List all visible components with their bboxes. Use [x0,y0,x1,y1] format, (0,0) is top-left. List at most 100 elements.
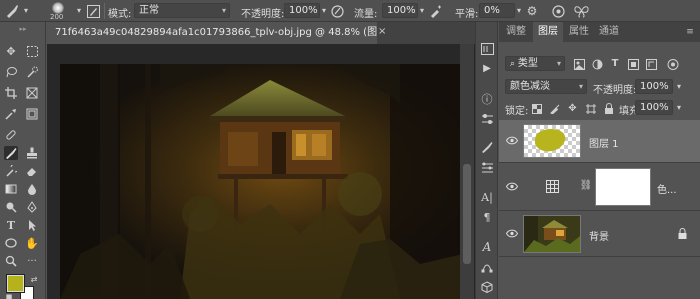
paths-panel-icon[interactable] [480,260,494,274]
lock-all-icon[interactable] [603,103,614,114]
filter-adjustment-icon[interactable] [591,58,603,70]
frame-tool-icon[interactable] [25,86,39,100]
layer-opacity-field[interactable]: 100% [635,79,673,94]
mode-label: 模式: [108,9,132,20]
blend-row: 颜色减淡 ▾ 不透明度: 100% ▾ [499,79,700,97]
layer-thumbnail [523,215,581,253]
document-canvas[interactable] [60,64,463,299]
adjustment-layer-icon [545,179,559,193]
default-colors-icon[interactable]: ■ [2,290,16,299]
blend-mode-select[interactable]: 颜色减淡 ▾ [505,79,587,94]
fill-field[interactable]: 100% [635,100,673,115]
filter-type-icon[interactable]: T [609,58,621,70]
marquee-tool-icon[interactable] [25,44,39,58]
layer-opacity-value: 100% [640,81,669,92]
tab-properties[interactable]: 属性 [565,22,593,42]
brush-tool-button[interactable] [4,146,18,160]
filter-pixel-icon[interactable] [573,58,585,70]
more-tools-icon[interactable]: ··· [25,254,39,268]
tab-adjustments[interactable]: 调整 [503,22,529,42]
hand-tool-icon[interactable]: ✋ [25,236,39,250]
layer-name[interactable]: 色... [657,181,677,196]
paragraph-panel-icon[interactable]: ¶ [480,210,494,224]
document-tab-bar: 71f6463a49c04829894afa1c01793866_tplv-ob… [47,22,475,44]
play-actions-icon[interactable]: ▶ [480,62,494,76]
options-bar: ▾ 200 ▾ 模式: 正常 ▾ 不透明度: 100% ▾ 流量: 100% ▾ [0,0,700,22]
blur-tool-icon[interactable] [25,182,39,196]
3d-panel-icon[interactable] [480,280,494,294]
history-brush-tool-icon[interactable] [4,164,18,178]
ellipse-tool-icon[interactable] [4,236,18,250]
tool-preset-dropdown-icon[interactable]: ▾ [22,6,30,16]
smoothing-label: 平滑: [455,9,479,20]
adjustments-icon[interactable] [480,112,494,126]
brush-settings-icon[interactable] [86,4,100,18]
path-selection-tool-icon[interactable] [25,218,39,232]
visibility-eye-icon[interactable] [505,228,519,241]
glyphs-panel-icon[interactable]: A [480,240,494,254]
dodge-tool-icon[interactable] [4,200,18,214]
pressure-size-icon[interactable] [551,4,565,18]
lasso-tool-icon[interactable] [4,65,18,79]
zoom-tool-icon[interactable] [4,254,18,268]
filter-shape-icon[interactable] [627,58,639,70]
flow-field[interactable]: 100% [382,3,418,18]
layer-row[interactable]: 图层 1 [499,120,700,163]
lock-pixels-icon[interactable] [549,103,560,114]
visibility-eye-icon[interactable] [505,135,519,148]
gear-icon[interactable]: ⚙ [525,4,539,18]
layer-name[interactable]: 图层 1 [589,135,619,150]
swap-colors-icon[interactable]: ⇄ [27,272,41,286]
document-tab[interactable]: 71f6463a49c04829894afa1c01793866_tplv-ob… [47,22,377,44]
eyedropper-tool-icon[interactable] [4,107,18,121]
symmetry-butterfly-icon[interactable] [573,4,589,18]
brush-preset-dropdown-icon[interactable]: ▾ [75,6,83,16]
smoothing-dropdown-icon[interactable]: ▾ [515,6,523,16]
brush-tool-icon[interactable] [4,4,20,18]
brush-preset-picker[interactable]: 200 [44,1,74,21]
layer-opacity-dropdown-icon[interactable]: ▾ [675,82,683,92]
character-panel-icon[interactable]: A| [480,190,494,204]
lock-artboard-icon[interactable] [585,103,596,114]
pressure-opacity-icon[interactable] [330,4,344,18]
stamp-tool-icon[interactable] [25,146,39,160]
filter-smart-object-icon[interactable] [645,58,657,70]
layer-mask-thumbnail[interactable] [595,168,651,206]
crop-tool-icon[interactable] [4,86,18,100]
layer-row[interactable]: 背景 [499,211,700,257]
layer-filter-select[interactable]: ⌕ 类型 ▾ [505,56,565,71]
brush-panel-icon[interactable] [480,140,494,154]
layer-name[interactable]: 背景 [589,228,609,243]
close-icon[interactable]: × [378,26,386,37]
link-chain-icon[interactable]: ⛓ [580,179,593,193]
layer-row[interactable]: ⛓ 色... [499,163,700,211]
tab-layers[interactable]: 图层 [533,22,563,42]
lock-position-icon[interactable]: ✥ [567,103,578,114]
panel-menu-icon[interactable]: ≡ [683,22,697,42]
info-icon[interactable]: ⓘ [480,92,494,106]
opacity-dropdown-icon[interactable]: ▾ [320,6,328,16]
type-tool-icon[interactable]: T [4,218,18,232]
fill-dropdown-icon[interactable]: ▾ [675,103,683,113]
flow-dropdown-icon[interactable]: ▾ [418,6,426,16]
pen-tool-icon[interactable] [25,200,39,214]
opacity-field[interactable]: 100% [284,3,320,18]
brush-settings-panel-icon[interactable] [480,160,494,174]
layer-opacity-label: 不透明度: [593,85,637,96]
lock-transparent-icon[interactable] [531,103,542,114]
scrollbar-thumb[interactable] [463,164,471,264]
eraser-tool-icon[interactable] [25,164,39,178]
airbrush-icon[interactable] [428,4,442,18]
history-icon[interactable] [480,42,494,56]
quick-selection-tool-icon[interactable] [25,65,39,79]
mode-select[interactable]: 正常 ▾ [134,3,230,18]
filter-toggle-icon[interactable] [665,58,681,70]
move-tool-icon[interactable]: ✥ [4,44,18,58]
vertical-scrollbar[interactable] [460,44,474,299]
frame-rect-tool-icon[interactable] [25,107,39,121]
tab-channels[interactable]: 通道 [595,22,623,42]
gradient-tool-icon[interactable] [4,182,18,196]
smoothing-field[interactable]: 0% [479,3,515,18]
healing-brush-tool-icon[interactable] [4,128,18,142]
visibility-eye-icon[interactable] [505,181,519,194]
